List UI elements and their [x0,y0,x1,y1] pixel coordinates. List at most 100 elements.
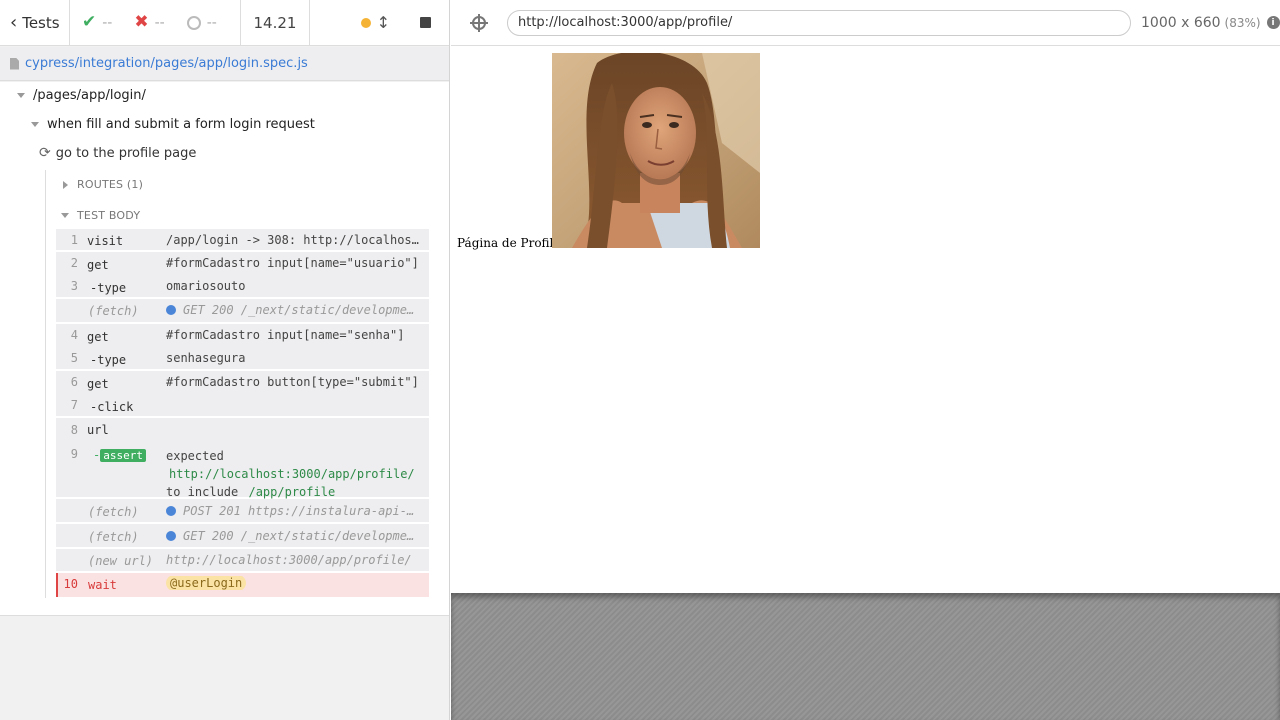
failed-stat: ✖ -- [134,14,164,31]
assert-badge: assert [100,449,146,462]
command-name: -type [90,281,127,295]
command-row-failed[interactable]: 10 wait @userLogin [56,573,429,597]
test-body-label: TEST BODY [77,209,141,222]
assert-to-include: to include [166,485,239,499]
selector-playground-button[interactable] [451,0,507,46]
pending-count: -- [206,14,217,31]
command-row-event[interactable]: (fetch) GET 200 /_next/static/developmen… [56,299,429,324]
failed-count: -- [154,14,165,31]
command-number: 2 [70,256,78,270]
fetch-message: GET 200 /_next/static/development/pages/… [183,529,421,543]
viewport-scale: (83%) [1224,15,1261,30]
xhr-dot-icon [166,506,176,516]
command-row-event[interactable]: (fetch) POST 201 https://instalura-api-g… [56,499,429,524]
command-row[interactable]: 2 get #formCadastro input[name="usuario"… [56,252,429,276]
command-row-event[interactable]: (new url) http://localhost:3000/app/prof… [56,549,429,573]
fetch-message: GET 200 /_next/static/development/pages/… [183,303,421,317]
assert-expected: expected [166,449,224,463]
command-row[interactable]: 3 -type omariosouto [56,276,429,299]
profile-photo-image [552,53,760,248]
test-title: go to the profile page [55,145,197,161]
assert-message: expected http://localhost:3000/app/profi… [166,447,421,501]
command-row[interactable]: 8 url [56,418,429,442]
info-icon: i [1266,16,1280,29]
file-icon [10,57,19,70]
command-number: 5 [70,351,78,365]
check-icon: ✔ [82,12,97,32]
spec-file-link[interactable]: cypress/integration/pages/app/login.spec… [25,56,308,71]
tests-back-button[interactable]: ‹ Tests [0,0,70,46]
command-row-assert[interactable]: 9 - assert expected http://localhost:3000… [56,442,429,499]
refresh-icon: ⟳ [39,145,51,161]
caret-down-icon [31,121,39,127]
command-number: 8 [70,423,78,437]
command-message: omariosouto [166,279,246,293]
viewport-size: 1000 x 660 [1141,14,1221,31]
command-name: url [87,423,109,437]
routes-header[interactable]: ROUTES (1) [63,178,143,191]
command-row[interactable]: 1 visit /app/login -> 308: http://localh… [56,229,429,252]
x-icon: ✖ [134,12,149,32]
command-name: (fetch) [88,505,139,519]
command-number: 6 [70,375,78,389]
command-row-event[interactable]: (fetch) GET 200 /_next/static/developmen… [56,524,429,549]
command-name: visit [87,234,124,248]
viewport-background [451,593,1280,720]
circle-pending-icon [186,15,201,30]
command-message: http://localhost:3000/app/profile/ [166,553,412,567]
command-number: 1 [70,233,78,247]
routes-label: ROUTES (1) [77,178,144,191]
command-name: (fetch) [88,304,139,318]
stop-button[interactable] [420,17,431,28]
command-message: /app/login -> 308: http://localhost:3000… [166,233,421,247]
test-item[interactable]: ⟳ go to the profile page [39,145,197,161]
test-body-header[interactable]: TEST BODY [61,209,140,222]
command-name: (fetch) [88,530,139,544]
command-row[interactable]: 5 -type senhasegura [56,348,429,371]
command-number: 9 [70,447,78,461]
command-number: 4 [70,328,78,342]
command-log: 1 visit /app/login -> 308: http://localh… [56,229,429,597]
suite-describe-title: when fill and submit a form login reques… [47,116,315,132]
suite-root-title: /pages/app/login/ [33,87,146,103]
assert-url: http://localhost:3000/app/profile/ [169,467,415,481]
command-number: 10 [63,577,78,591]
arrows-up-down-icon: ↕ [376,13,390,32]
caret-down-icon [61,213,69,218]
assert-path: /app/profile [248,485,336,499]
command-message: #formCadastro button[type="submit"] [166,375,419,389]
suite-describe[interactable]: when fill and submit a form login reques… [31,116,315,132]
command-name: get [87,330,109,344]
command-name: -click [90,400,134,414]
run-controls: ↕ [310,0,449,46]
reporter-panel: ‹ Tests ✔ -- ✖ -- -- 14.21 ↕ cypress/int… [0,0,450,720]
passed-count: -- [102,14,113,31]
duration: 14.21 [240,0,310,46]
reporter-header: ‹ Tests ✔ -- ✖ -- -- 14.21 ↕ [0,0,449,46]
url-bar[interactable]: http://localhost:3000/app/profile/ [507,9,1131,36]
passed-stat: ✔ -- [82,14,112,31]
command-row[interactable]: 7 -click [56,395,429,418]
command-row[interactable]: 6 get #formCadastro button[type="submit"… [56,371,429,395]
command-row[interactable]: 4 get #formCadastro input[name="senha"] [56,324,429,348]
pending-stat: -- [186,14,217,31]
command-name: wait [88,578,117,592]
spec-file-bar: cypress/integration/pages/app/login.spec… [0,47,449,81]
running-indicator-icon [360,17,371,28]
command-message: #formCadastro input[name="senha"] [166,328,405,342]
suite-root[interactable]: /pages/app/login/ [17,87,146,103]
viewport-info[interactable]: 1000 x 660 (83%) i [1141,15,1280,31]
command-message: senhasegura [166,351,246,365]
aut-header: http://localhost:3000/app/profile/ 1000 … [451,0,1280,46]
xhr-dot-icon [166,305,176,315]
command-message: GET 200 /_next/static/development/pages/… [166,529,421,543]
profile-photo [552,53,760,248]
autoscroll-toggle[interactable]: ↕ [360,13,390,32]
command-name: get [87,258,109,272]
chevron-left-icon: ‹ [10,11,18,33]
command-number: 3 [70,279,78,293]
command-message: GET 200 /_next/static/development/pages/… [166,303,421,317]
command-name: - assert [93,448,146,462]
xhr-dot-icon [166,531,176,541]
caret-right-icon [63,180,68,189]
